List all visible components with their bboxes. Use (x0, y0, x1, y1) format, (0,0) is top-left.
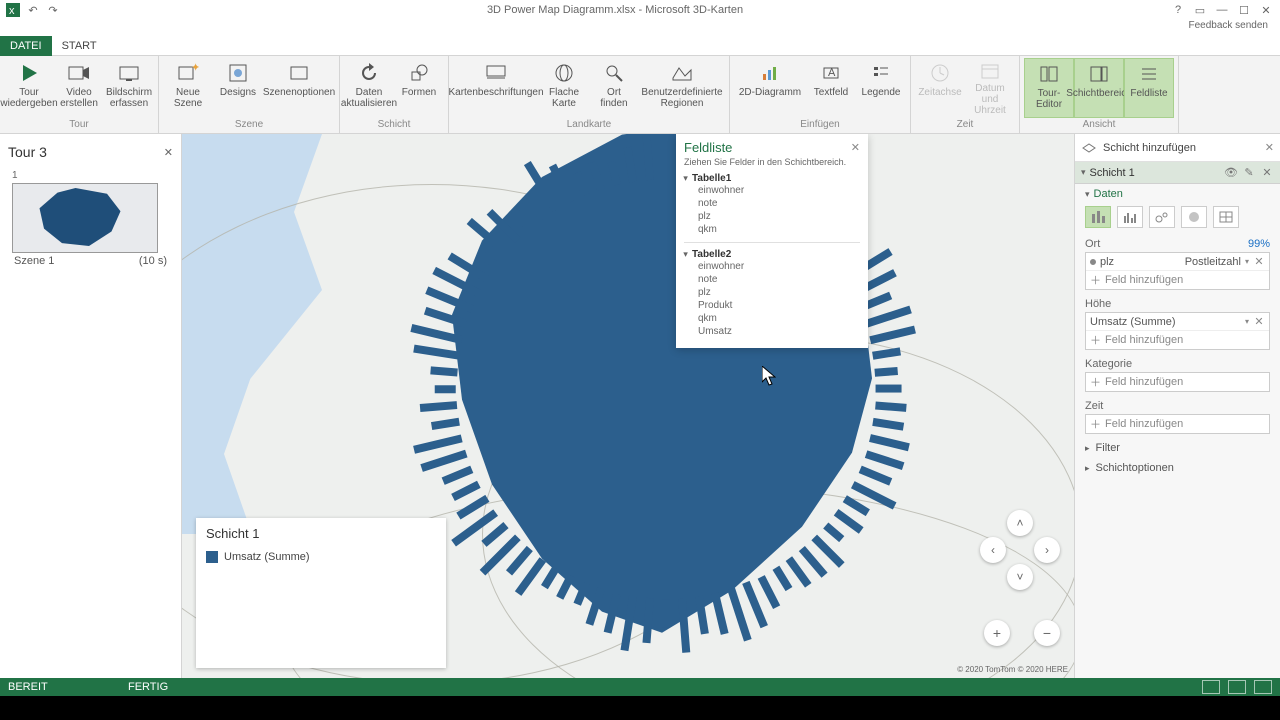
find-location-button[interactable]: Ort finden (589, 58, 639, 118)
zoom-out-button[interactable]: − (1034, 620, 1060, 646)
height-fieldwell[interactable]: Umsatz (Summe)▾✕ ＋Feld hinzufügen (1085, 312, 1270, 350)
layer-panel: Schicht hinzufügen ✕ ▾ Schicht 1 👁 ✎ ✕ ▾… (1074, 134, 1280, 678)
window-title: 3D Power Map Diagramm.xlsx - Microsoft 3… (62, 4, 1168, 16)
time-fieldwell[interactable]: ＋Feld hinzufügen (1085, 414, 1270, 434)
field-item[interactable]: Produkt (684, 299, 860, 312)
add-layer-icon (1081, 140, 1097, 156)
field-item[interactable]: note (684, 197, 860, 210)
tilt-up-button[interactable]: ˄ (1007, 510, 1033, 536)
svg-text:x: x (9, 5, 15, 17)
view-mode-2[interactable] (1228, 680, 1246, 694)
rotate-left-button[interactable]: ‹ (980, 537, 1006, 563)
viz-heatmap[interactable] (1181, 206, 1207, 228)
status-ready: BEREIT (8, 681, 128, 693)
flat-map-button[interactable]: Flache Karte (539, 58, 589, 118)
field-item[interactable]: plz (684, 210, 860, 223)
tab-start[interactable]: START (52, 36, 107, 56)
rotate-right-button[interactable]: › (1034, 537, 1060, 563)
map-labels-button[interactable]: Kartenbeschriftungen (453, 58, 539, 118)
redo-icon[interactable]: ↷ (44, 1, 62, 19)
feedback-link[interactable]: Feedback senden (0, 20, 1280, 36)
cursor-icon (762, 366, 776, 386)
geocode-confidence[interactable]: 99% (1248, 238, 1270, 250)
group-insert: Einfügen (730, 119, 910, 133)
filter-section[interactable]: ▸Filter (1075, 438, 1280, 458)
timeline-button: Zeitachse (915, 58, 965, 118)
add-layer-button[interactable]: Schicht hinzufügen (1103, 142, 1196, 154)
remove-field-icon[interactable]: ✕ (1253, 315, 1265, 328)
field-item[interactable]: einwohner (684, 260, 860, 273)
view-mode-1[interactable] (1202, 680, 1220, 694)
field-item[interactable]: qkm (684, 312, 860, 325)
undo-icon[interactable]: ↶ (24, 1, 42, 19)
textbox-button[interactable]: ATextfeld (806, 58, 856, 118)
refresh-data-button[interactable]: Daten aktualisieren (344, 58, 394, 118)
nav-pad: ˄ ‹ › ˅ (980, 510, 1060, 590)
status-done: FERTIG (128, 681, 1202, 693)
zoom-in-button[interactable]: + (984, 620, 1010, 646)
maximize-icon[interactable]: ☐ (1234, 2, 1254, 18)
viz-bubble[interactable] (1149, 206, 1175, 228)
viz-stacked-column[interactable] (1085, 206, 1111, 228)
legend-button[interactable]: Legende (856, 58, 906, 118)
group-map: Landkarte (449, 119, 729, 133)
table-node[interactable]: Tabelle1 (684, 173, 860, 184)
layer-options-section[interactable]: ▸Schichtoptionen (1075, 458, 1280, 478)
custom-regions-button[interactable]: Benutzerdefinierte Regionen (639, 58, 725, 118)
minimize-icon[interactable]: — (1212, 2, 1232, 18)
legend-title: Schicht 1 (206, 526, 436, 541)
2d-chart-button[interactable]: 2D-Diagramm (734, 58, 806, 118)
map-attribution: © 2020 TomTom © 2020 HERE (957, 665, 1068, 674)
group-view: Ansicht (1020, 119, 1178, 133)
remove-field-icon[interactable]: ✕ (1253, 255, 1265, 268)
field-item[interactable]: note (684, 273, 860, 286)
designs-button[interactable]: Designs (213, 58, 263, 118)
table-node[interactable]: Tabelle2 (684, 249, 860, 260)
category-fieldwell[interactable]: ＋Feld hinzufügen (1085, 372, 1270, 392)
group-tour: Tour (0, 119, 158, 133)
datetime-button: Datum und Uhrzeit (965, 58, 1015, 118)
rename-icon[interactable]: ✎ (1242, 166, 1256, 179)
tab-file[interactable]: DATEI (0, 36, 52, 56)
tilt-down-button[interactable]: ˅ (1007, 564, 1033, 590)
field-item[interactable]: einwohner (684, 184, 860, 197)
shapes-button[interactable]: Formen (394, 58, 444, 118)
play-tour-button[interactable]: Tour wiedergeben (4, 58, 54, 118)
app-icon: x (4, 1, 22, 19)
scene-options-button[interactable]: Szenenoptionen (263, 58, 335, 118)
map-legend[interactable]: Schicht 1 Umsatz (Summe) (196, 518, 446, 668)
layer-header[interactable]: ▾ Schicht 1 👁 ✎ ✕ (1075, 162, 1280, 184)
viz-clustered-column[interactable] (1117, 206, 1143, 228)
legend-swatch (206, 551, 218, 563)
group-time: Zeit (911, 119, 1019, 133)
viz-region[interactable] (1213, 206, 1239, 228)
tour-name: Tour 3 (8, 144, 164, 160)
help-icon[interactable]: ? (1168, 2, 1188, 18)
ribbon-toggle-icon[interactable]: ▭ (1190, 2, 1210, 18)
delete-layer-icon[interactable]: ✕ (1260, 166, 1274, 179)
screen-capture-button[interactable]: Bildschirm erfassen (104, 58, 154, 118)
create-video-button[interactable]: Video erstellen (54, 58, 104, 118)
close-icon[interactable]: ✕ (1256, 2, 1276, 18)
visibility-icon[interactable]: 👁 (1224, 166, 1238, 179)
group-scene: Szene (159, 119, 339, 133)
svg-text:✦: ✦ (191, 63, 199, 74)
fieldlist-close-icon[interactable]: ✕ (851, 141, 860, 154)
field-list-pane[interactable]: Feldliste✕ Ziehen Sie Felder in den Schi… (676, 134, 868, 348)
tour-close-icon[interactable]: ✕ (164, 146, 173, 159)
svg-text:A: A (828, 67, 836, 79)
panel-close-icon[interactable]: ✕ (1265, 141, 1274, 154)
new-scene-button[interactable]: ✦Neue Szene (163, 58, 213, 118)
field-item[interactable]: Umsatz (684, 325, 860, 338)
location-fieldwell[interactable]: plzPostleitzahl▾✕ ＋Feld hinzufügen (1085, 252, 1270, 290)
map-canvas[interactable]: Schicht 1 Umsatz (Summe) ˄ ‹ › ˅ + − © 2… (182, 134, 1074, 678)
group-layer: Schicht (340, 119, 448, 133)
fieldlist-button[interactable]: Feldliste (1124, 58, 1174, 118)
layer-pane-button[interactable]: Schichtbereich (1074, 58, 1124, 118)
tour-panel: Tour 3 ✕ 1 Szene 1(10 s) (0, 134, 182, 678)
view-mode-3[interactable] (1254, 680, 1272, 694)
scene-thumbnail[interactable]: 1 Szene 1(10 s) (12, 170, 169, 267)
field-item[interactable]: plz (684, 286, 860, 299)
field-item[interactable]: qkm (684, 223, 860, 236)
